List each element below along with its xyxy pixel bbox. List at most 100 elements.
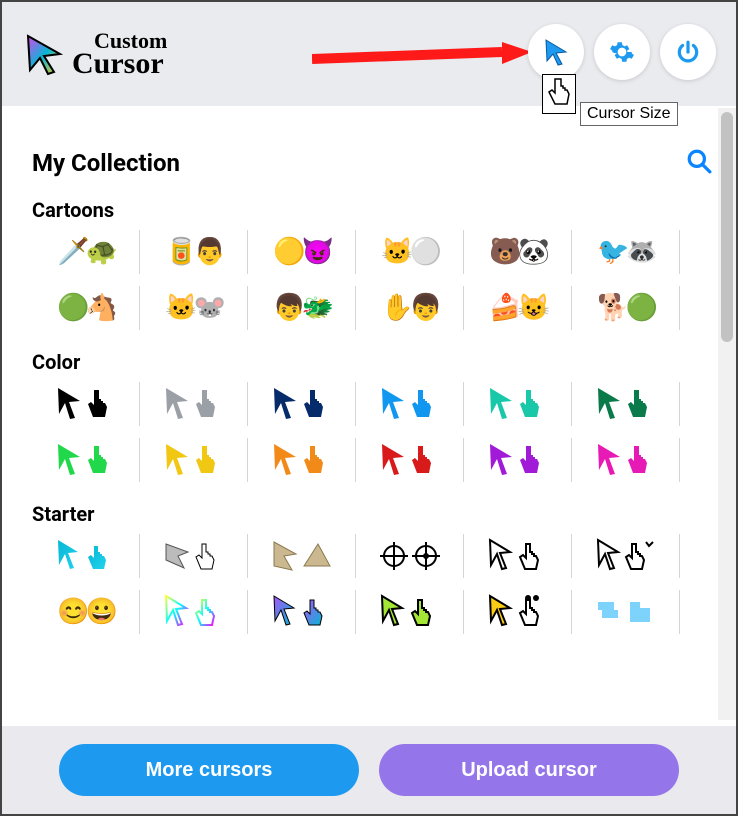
cursor-pack[interactable]: 🍰😺 xyxy=(464,286,572,330)
cursor-pair-icon: 👦🐲 xyxy=(273,293,330,323)
cursor-pair-icon: 🐱⚪ xyxy=(381,237,438,267)
cursor-pack[interactable] xyxy=(248,590,356,634)
cursor-pair-icon xyxy=(378,594,442,630)
scrollbar-thumb[interactable] xyxy=(721,112,733,342)
cursor-pair-icon: 🗡️🐢 xyxy=(57,237,114,267)
cursor-pair-icon xyxy=(270,442,334,478)
cursor-pack[interactable] xyxy=(572,382,680,426)
power-icon xyxy=(675,39,701,65)
cursor-pack[interactable]: 🟡😈 xyxy=(248,230,356,274)
cursor-pack[interactable] xyxy=(140,438,248,482)
cursor-pair-icon: 🍰😺 xyxy=(489,293,546,323)
cursor-pair-icon xyxy=(486,538,550,574)
cursor-pack[interactable]: 🐱🐭 xyxy=(140,286,248,330)
cursor-icon xyxy=(542,38,570,66)
cursor-pack[interactable] xyxy=(572,590,680,634)
cursor-pair-icon xyxy=(594,538,658,574)
cursor-pair-icon xyxy=(378,442,442,478)
cursor-size-button[interactable] xyxy=(528,24,584,80)
cursor-pair-icon xyxy=(486,594,550,630)
category-title-cartoons: Cartoons xyxy=(32,198,712,222)
collection-title: My Collection xyxy=(32,149,180,177)
search-button[interactable] xyxy=(686,148,712,178)
starter-row-2: 😊😀 xyxy=(32,590,712,634)
cursor-pack[interactable]: ✋👦 xyxy=(356,286,464,330)
footer: More cursors Upload cursor xyxy=(2,726,736,814)
cursor-pack[interactable] xyxy=(464,382,572,426)
cursor-pack[interactable]: 🗡️🐢 xyxy=(32,230,140,274)
logo-text-bottom: Cursor xyxy=(72,50,167,77)
cursor-pack[interactable]: 🐻🐼 xyxy=(464,230,572,274)
more-cursors-button[interactable]: More cursors xyxy=(59,744,359,796)
cursor-pair-icon: 🐕🟢 xyxy=(597,293,654,323)
category-title-starter: Starter xyxy=(32,502,712,526)
cursor-pair-icon: 🐻🐼 xyxy=(489,237,546,267)
cursor-pair-icon: 🟢🐴 xyxy=(57,293,114,323)
content: My Collection Cartoons 🗡️🐢 🥫👨 🟡😈 🐱⚪ 🐻🐼 🐦… xyxy=(2,106,736,721)
cursor-pack[interactable] xyxy=(248,438,356,482)
cursor-pack[interactable] xyxy=(140,382,248,426)
cursor-pack[interactable] xyxy=(464,590,572,634)
cursor-pair-icon: 😊😀 xyxy=(57,597,114,627)
cursor-pair-icon: 🟡😈 xyxy=(273,237,330,267)
cursor-pack[interactable] xyxy=(32,438,140,482)
power-button[interactable] xyxy=(660,24,716,80)
cursor-pair-icon xyxy=(594,442,658,478)
cursor-pair-icon xyxy=(270,386,334,422)
cursor-pair-icon xyxy=(54,538,118,574)
cursor-pack[interactable] xyxy=(248,534,356,578)
cursor-pair-icon xyxy=(54,386,118,422)
cursor-pack[interactable] xyxy=(464,438,572,482)
cartoons-row-2: 🟢🐴 🐱🐭 👦🐲 ✋👦 🍰😺 🐕🟢 xyxy=(32,286,712,330)
cursor-pair-icon xyxy=(378,386,442,422)
cursor-pack[interactable]: 🥫👨 xyxy=(140,230,248,274)
gear-icon xyxy=(609,39,635,65)
annotation-arrow xyxy=(312,42,532,76)
cursor-pair-icon xyxy=(162,442,226,478)
cursor-pack[interactable] xyxy=(572,438,680,482)
cursor-pair-icon xyxy=(270,538,334,574)
cursor-pair-icon xyxy=(270,594,334,630)
cursor-pack[interactable] xyxy=(140,534,248,578)
cursor-pair-icon xyxy=(378,538,442,574)
color-row-2 xyxy=(32,438,712,482)
cursor-pack[interactable]: 😊😀 xyxy=(32,590,140,634)
settings-button[interactable] xyxy=(594,24,650,80)
logo: Custom Cursor xyxy=(22,31,167,78)
header: Custom Cursor Cursor Size xyxy=(2,2,736,106)
cursor-pair-icon: 🐱🐭 xyxy=(165,293,222,323)
cursor-pair-icon xyxy=(162,538,226,574)
cursor-pack[interactable]: 🐦🦝 xyxy=(572,230,680,274)
upload-cursor-button[interactable]: Upload cursor xyxy=(379,744,679,796)
color-row-1 xyxy=(32,382,712,426)
cursor-pair-icon xyxy=(594,386,658,422)
starter-row-1 xyxy=(32,534,712,578)
cursor-pair-icon: ✋👦 xyxy=(381,293,438,323)
cursor-pack[interactable] xyxy=(140,590,248,634)
cursor-pack[interactable] xyxy=(356,590,464,634)
cursor-pack[interactable]: 🟢🐴 xyxy=(32,286,140,330)
search-icon xyxy=(686,148,712,174)
cursor-pack[interactable] xyxy=(248,382,356,426)
cursor-pack[interactable] xyxy=(464,534,572,578)
cursor-pack[interactable] xyxy=(32,382,140,426)
cursor-pack[interactable]: 👦🐲 xyxy=(248,286,356,330)
cursor-pair-icon xyxy=(486,386,550,422)
cursor-pack[interactable]: 🐕🟢 xyxy=(572,286,680,330)
cursor-pair-icon xyxy=(594,594,658,630)
cursor-pair-icon xyxy=(162,594,226,630)
cartoons-row-1: 🗡️🐢 🥫👨 🟡😈 🐱⚪ 🐻🐼 🐦🦝 xyxy=(32,230,712,274)
cursor-pack[interactable] xyxy=(356,534,464,578)
cursor-pack[interactable] xyxy=(356,382,464,426)
cursor-pair-icon xyxy=(486,442,550,478)
cursor-pack[interactable] xyxy=(32,534,140,578)
cursor-pack[interactable] xyxy=(572,534,680,578)
cursor-pair-icon xyxy=(162,386,226,422)
scrollbar[interactable] xyxy=(718,108,736,720)
category-title-color: Color xyxy=(32,350,712,374)
cursor-pair-icon: 🐦🦝 xyxy=(597,237,654,267)
logo-cursor-icon xyxy=(22,32,66,76)
cursor-pack[interactable]: 🐱⚪ xyxy=(356,230,464,274)
cursor-pair-icon xyxy=(54,442,118,478)
cursor-pack[interactable] xyxy=(356,438,464,482)
